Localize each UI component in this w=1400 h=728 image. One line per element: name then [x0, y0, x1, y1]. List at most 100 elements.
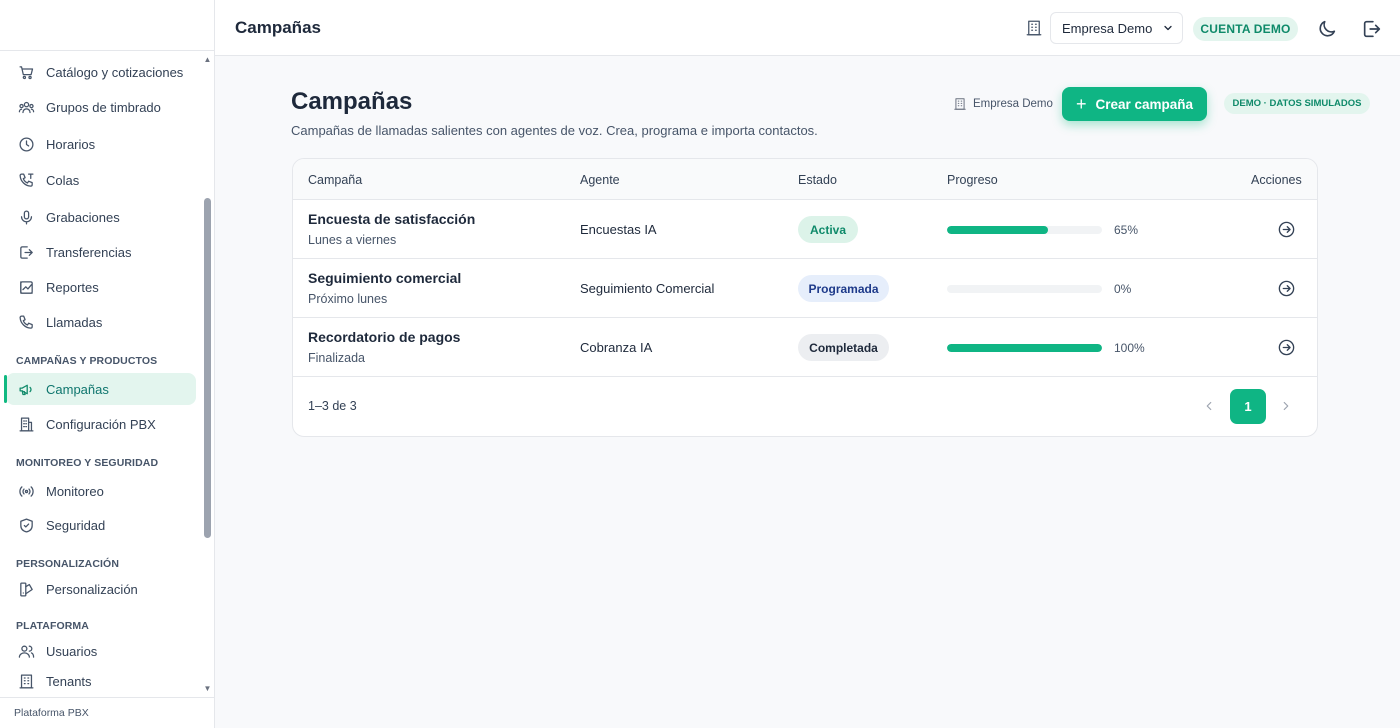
chevron-right-icon[interactable]: [1278, 397, 1294, 415]
progress-bar: [947, 344, 1102, 352]
campaign-schedule: Próximo lunes: [308, 292, 388, 306]
sidebar-item-label: Grupos de timbrado: [46, 99, 161, 115]
sidebar-item-seguridad[interactable]: Seguridad: [6, 509, 196, 541]
campaign-schedule: Lunes a viernes: [308, 233, 397, 247]
sidebar-footer: Plataforma PBX: [0, 697, 214, 728]
column-header-campana: Campaña: [308, 173, 363, 187]
sidebar-item-monitoreo[interactable]: Monitoreo: [6, 475, 196, 507]
sidebar-nav: Catálogo y cotizaciones Grupos de timbra…: [0, 51, 200, 697]
table-row[interactable]: Encuesta de satisfacción Lunes a viernes…: [293, 200, 1317, 259]
sidebar-item-label: Seguridad: [46, 517, 106, 533]
create-campaign-label: Crear campaña: [1095, 96, 1194, 112]
sidebar-item-tenants[interactable]: Tenants: [6, 665, 196, 697]
section-title-campanas: CAMPAÑAS Y PRODUCTOS: [16, 355, 158, 367]
open-arrow-circle-icon[interactable]: [1277, 279, 1296, 298]
sidebar-item-label: Configuración PBX: [46, 416, 156, 432]
column-header-acciones: Acciones: [1251, 173, 1302, 187]
campaign-name: Encuesta de satisfacción: [308, 211, 476, 227]
microphone-icon: [17, 208, 35, 226]
sidebar-item-colas[interactable]: Colas: [6, 164, 196, 196]
sidebar-item-catalogo[interactable]: Catálogo y cotizaciones: [6, 56, 196, 88]
page-subtitle: Campañas de llamadas salientes con agent…: [291, 123, 818, 138]
users-group-icon: [17, 98, 35, 116]
progress-percent: 100%: [1114, 341, 1145, 355]
sidebar-item-personalizacion[interactable]: Personalización: [6, 573, 196, 605]
progress-percent: 65%: [1114, 223, 1139, 237]
sidebar-item-label: Colas: [46, 172, 80, 188]
sidebar-item-label: Monitoreo: [46, 483, 104, 499]
create-campaign-button[interactable]: + Crear campaña: [1062, 87, 1207, 121]
sidebar-item-grabaciones[interactable]: Grabaciones: [6, 201, 196, 233]
users-icon: [17, 642, 35, 660]
cart-icon: [17, 63, 35, 81]
sidebar-item-horarios[interactable]: Horarios: [6, 128, 196, 160]
campaign-name: Seguimiento comercial: [308, 270, 462, 286]
phone-queue-icon: [17, 171, 35, 189]
sidebar-item-transferencias[interactable]: Transferencias: [6, 236, 196, 268]
open-arrow-circle-icon[interactable]: [1277, 220, 1296, 239]
building-icon: [1025, 19, 1043, 37]
demo-data-badge: DEMO · DATOS SIMULADOS: [1224, 93, 1370, 114]
shield-icon: [17, 516, 35, 534]
building-icon: [17, 415, 35, 433]
broadcast-icon: [17, 482, 35, 500]
logout-icon[interactable]: [1361, 18, 1383, 40]
megaphone-icon: [17, 380, 35, 398]
campaign-name: Recordatorio de pagos: [308, 329, 461, 345]
sidebar-item-label: Usuarios: [46, 643, 98, 659]
sidebar-item-usuarios[interactable]: Usuarios: [6, 635, 196, 667]
transfer-icon: [17, 243, 35, 261]
pagination-page-button[interactable]: 1: [1230, 389, 1266, 424]
chevron-left-icon[interactable]: [1201, 397, 1217, 415]
progress-bar-fill: [947, 226, 1048, 234]
section-title-plataforma: PLATAFORMA: [16, 620, 89, 632]
tenant-label-text: Empresa Demo: [973, 98, 1053, 110]
sidebar-item-label: Grabaciones: [46, 209, 120, 225]
sidebar-item-label: Tenants: [46, 673, 92, 689]
campaigns-table: Campaña Agente Estado Progreso Acciones …: [292, 158, 1318, 437]
sidebar-item-label: Personalización: [46, 581, 138, 597]
status-badge: Completada: [798, 334, 889, 361]
sidebar-item-label: Llamadas: [46, 314, 103, 330]
sidebar-item-label: Horarios: [46, 136, 96, 152]
tenant-label: Empresa Demo: [953, 96, 1053, 112]
account-badge: CUENTA DEMO: [1193, 17, 1298, 41]
progress-percent: 0%: [1114, 282, 1132, 296]
status-badge: Programada: [798, 275, 889, 302]
column-header-progreso: Progreso: [947, 173, 998, 187]
progress-bar-fill: [947, 344, 1102, 352]
campaign-agent: Seguimiento Comercial: [580, 281, 715, 296]
progress-bar: [947, 285, 1102, 293]
section-title-personalizacion: PERSONALIZACIÓN: [16, 558, 120, 570]
open-arrow-circle-icon[interactable]: [1277, 338, 1296, 357]
chevron-down-icon: [1162, 22, 1174, 34]
campaign-schedule: Finalizada: [308, 351, 365, 365]
section-title-monitoreo: MONITOREO Y SEGURIDAD: [16, 457, 159, 469]
sidebar-item-configuracion-pbx[interactable]: Configuración PBX: [6, 408, 196, 440]
campaign-agent: Encuestas IA: [580, 222, 657, 237]
sidebar-item-label: Reportes: [46, 279, 99, 295]
phone-icon: [17, 313, 35, 331]
sidebar-item-grupos[interactable]: Grupos de timbrado: [6, 91, 196, 123]
sidebar-item-llamadas[interactable]: Llamadas: [6, 306, 196, 338]
company-select-value: Empresa Demo: [1062, 20, 1153, 36]
plus-icon: +: [1075, 94, 1087, 114]
header-title: Campañas: [235, 18, 321, 37]
table-row[interactable]: Recordatorio de pagos Finalizada Cobranz…: [293, 318, 1317, 377]
company-select[interactable]: Empresa Demo: [1050, 12, 1183, 44]
scroll-down-arrow-icon[interactable]: ▼: [203, 684, 212, 693]
column-header-estado: Estado: [798, 173, 837, 187]
sidebar-item-reportes[interactable]: Reportes: [6, 271, 196, 303]
sidebar-scrollbar-thumb[interactable]: [204, 198, 211, 538]
scroll-up-arrow-icon[interactable]: ▲: [203, 55, 212, 64]
sidebar-item-campanas[interactable]: Campañas: [4, 373, 196, 405]
page-title: Campañas: [291, 88, 413, 115]
status-badge: Activa: [798, 216, 858, 243]
campaign-agent: Cobranza IA: [580, 340, 653, 355]
dark-mode-toggle-moon-icon[interactable]: [1316, 18, 1338, 40]
sidebar-item-label: Campañas: [46, 381, 109, 397]
column-header-agente: Agente: [580, 173, 620, 187]
table-row[interactable]: Seguimiento comercial Próximo lunes Segu…: [293, 259, 1317, 318]
sidebar: Catálogo y cotizaciones Grupos de timbra…: [0, 0, 215, 728]
building-icon: [953, 97, 967, 111]
